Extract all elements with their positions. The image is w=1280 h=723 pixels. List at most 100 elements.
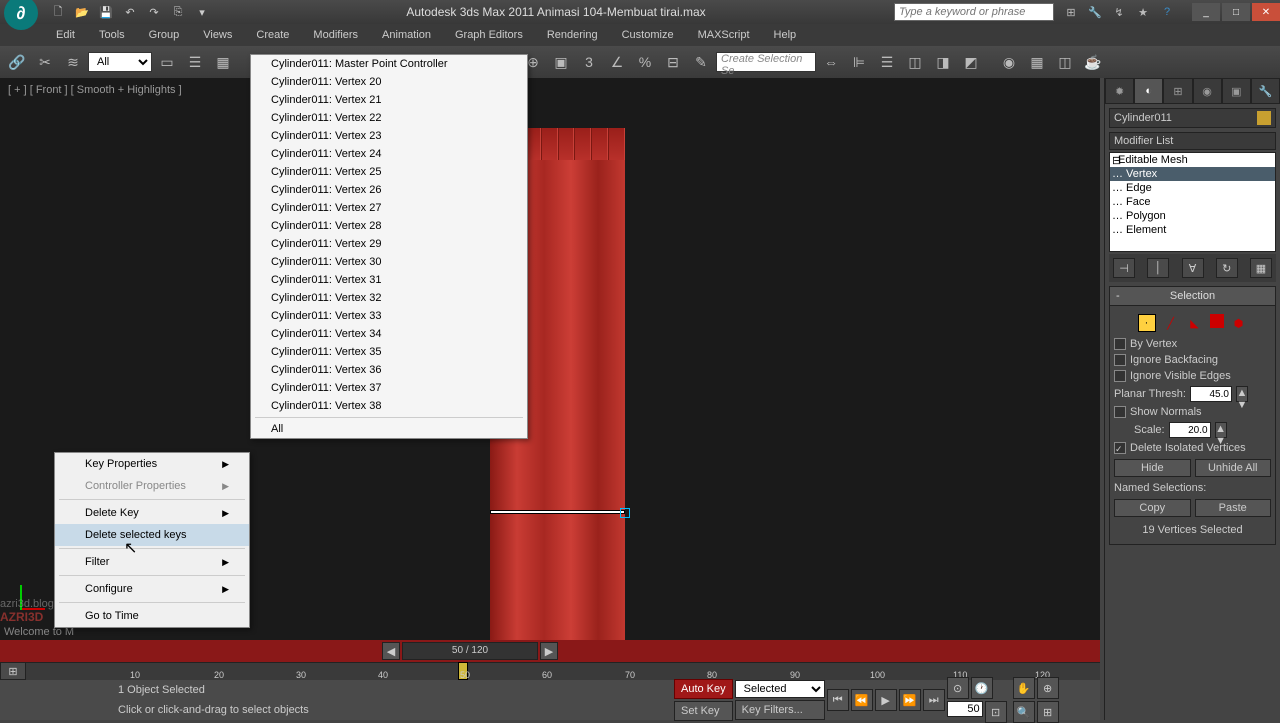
time-ruler[interactable]: ⊞ 10 20 30 40 50 60 70 80 90 100 110 120: [0, 662, 1100, 680]
bind-tool-icon[interactable]: ≋: [60, 49, 86, 75]
track-item[interactable]: Cylinder011: Vertex 37: [251, 379, 527, 397]
modify-tab-icon[interactable]: ◐: [1134, 78, 1163, 104]
display-tab-icon[interactable]: ▣: [1222, 78, 1251, 104]
track-item[interactable]: Cylinder011: Vertex 30: [251, 253, 527, 271]
ctx-filter[interactable]: Filter▶: [55, 551, 249, 573]
link-tool-icon[interactable]: 🔗: [4, 49, 30, 75]
track-item[interactable]: Cylinder011: Vertex 24: [251, 145, 527, 163]
viewport-label[interactable]: [ + ] [ Front ] [ Smooth + Highlights ]: [8, 84, 182, 96]
key-filters-button[interactable]: Key Filters...: [735, 700, 825, 720]
render-setup-icon[interactable]: ◉: [996, 49, 1022, 75]
track-item[interactable]: Cylinder011: Vertex 20: [251, 73, 527, 91]
configure-sets-icon[interactable]: ▦: [1250, 258, 1272, 278]
new-icon[interactable]: 🗋: [50, 4, 66, 20]
time-config-icon[interactable]: 🕐: [971, 677, 993, 699]
make-unique-icon[interactable]: ∀: [1182, 258, 1204, 278]
infocenter-icon[interactable]: ⊞: [1062, 3, 1080, 21]
by-vertex-checkbox[interactable]: [1114, 338, 1126, 350]
hierarchy-tab-icon[interactable]: ⊞: [1163, 78, 1192, 104]
stack-face[interactable]: Face: [1110, 195, 1275, 209]
stack-edge[interactable]: Edge: [1110, 181, 1275, 195]
render-frame-icon[interactable]: ▦: [1024, 49, 1050, 75]
curve-editor-icon[interactable]: ◫: [902, 49, 928, 75]
play-icon[interactable]: ▶: [875, 689, 897, 711]
track-item[interactable]: Cylinder011: Vertex 22: [251, 109, 527, 127]
current-frame-field[interactable]: [947, 701, 983, 717]
menu-tools[interactable]: Tools: [87, 29, 137, 41]
percent-snap-icon[interactable]: %: [632, 49, 658, 75]
render-prod-icon[interactable]: ◫: [1052, 49, 1078, 75]
track-item[interactable]: Cylinder011: Master Point Controller: [251, 55, 527, 73]
named-selection-combo[interactable]: Create Selection Se: [716, 52, 816, 72]
spinner-arrows[interactable]: ▲▼: [1215, 422, 1227, 438]
track-item[interactable]: Cylinder011: Vertex 31: [251, 271, 527, 289]
render-icon[interactable]: ☕: [1080, 49, 1106, 75]
ctx-delete-key[interactable]: Delete Key▶: [55, 502, 249, 524]
angle-snap-icon[interactable]: ∠: [604, 49, 630, 75]
track-item[interactable]: Cylinder011: Vertex 21: [251, 91, 527, 109]
show-normals-checkbox[interactable]: [1114, 406, 1126, 418]
copy-button[interactable]: Copy: [1114, 499, 1191, 517]
create-tab-icon[interactable]: ✹: [1105, 78, 1134, 104]
set-key-button[interactable]: Set Key: [674, 701, 733, 721]
keymode-icon[interactable]: ▣: [548, 49, 574, 75]
track-item-all[interactable]: All: [251, 420, 527, 438]
pan-icon[interactable]: ✋: [1013, 677, 1035, 699]
goto-start-icon[interactable]: ⏮: [827, 689, 849, 711]
link-icon[interactable]: ⎘: [170, 4, 186, 20]
menu-help[interactable]: Help: [762, 29, 809, 41]
menu-animation[interactable]: Animation: [370, 29, 443, 41]
maximize-button[interactable]: □: [1222, 3, 1250, 21]
ctx-delete-selected-keys[interactable]: Delete selected keys: [55, 524, 249, 546]
scale-spinner[interactable]: [1169, 422, 1211, 438]
spinner-arrows[interactable]: ▲▼: [1236, 386, 1248, 402]
menu-modifiers[interactable]: Modifiers: [301, 29, 370, 41]
hide-button[interactable]: Hide: [1114, 459, 1191, 477]
ctx-goto-time[interactable]: Go to Time: [55, 605, 249, 627]
mirror-icon[interactable]: ⇔: [818, 49, 844, 75]
stack-element[interactable]: Element: [1110, 223, 1275, 237]
select-name-icon[interactable]: ☰: [182, 49, 208, 75]
track-item[interactable]: Cylinder011: Vertex 29: [251, 235, 527, 253]
unlink-tool-icon[interactable]: ✂: [32, 49, 58, 75]
time-slider[interactable]: ◀ 50 / 120 ▶: [0, 640, 1100, 662]
keymode-toggle-icon[interactable]: ⊙: [947, 677, 969, 699]
motion-tab-icon[interactable]: ◉: [1193, 78, 1222, 104]
selection-rollout-header[interactable]: Selection: [1109, 286, 1276, 306]
prev-key-icon[interactable]: ◀: [382, 642, 400, 660]
undo-icon[interactable]: ↶: [122, 4, 138, 20]
material-editor-icon[interactable]: ◩: [958, 49, 984, 75]
track-item[interactable]: Cylinder011: Vertex 25: [251, 163, 527, 181]
next-frame-icon[interactable]: ⏩: [899, 689, 921, 711]
stack-editable-mesh[interactable]: Editable Mesh: [1110, 153, 1275, 167]
track-item[interactable]: Cylinder011: Vertex 38: [251, 397, 527, 415]
qat-dropdown-icon[interactable]: ▾: [194, 4, 210, 20]
show-result-icon[interactable]: │: [1147, 258, 1169, 278]
unhide-all-button[interactable]: Unhide All: [1195, 459, 1272, 477]
goto-end-icon[interactable]: ⏭: [923, 689, 945, 711]
help-icon[interactable]: ?: [1158, 3, 1176, 21]
track-item[interactable]: Cylinder011: Vertex 23: [251, 127, 527, 145]
menu-edit[interactable]: Edit: [44, 29, 87, 41]
menu-maxscript[interactable]: MAXScript: [686, 29, 762, 41]
delete-isolated-checkbox[interactable]: [1114, 442, 1126, 454]
track-item[interactable]: Cylinder011: Vertex 27: [251, 199, 527, 217]
ctx-configure[interactable]: Configure▶: [55, 578, 249, 600]
track-item[interactable]: Cylinder011: Vertex 34: [251, 325, 527, 343]
stack-polygon[interactable]: Polygon: [1110, 209, 1275, 223]
ctx-key-properties[interactable]: Key Properties▶: [55, 453, 249, 475]
auto-key-button[interactable]: Auto Key: [674, 679, 733, 699]
track-item[interactable]: Cylinder011: Vertex 32: [251, 289, 527, 307]
subobj-polygon-icon[interactable]: [1210, 314, 1224, 328]
schematic-icon[interactable]: ◨: [930, 49, 956, 75]
save-icon[interactable]: 💾: [98, 4, 114, 20]
menu-customize[interactable]: Customize: [610, 29, 686, 41]
track-item[interactable]: Cylinder011: Vertex 33: [251, 307, 527, 325]
remove-mod-icon[interactable]: ↻: [1216, 258, 1238, 278]
key-icon[interactable]: 🔧: [1086, 3, 1104, 21]
align-icon[interactable]: ⊫: [846, 49, 872, 75]
stack-vertex[interactable]: Vertex: [1110, 167, 1275, 181]
snap-3d-icon[interactable]: 3: [576, 49, 602, 75]
open-icon[interactable]: 📂: [74, 4, 90, 20]
paste-button[interactable]: Paste: [1195, 499, 1272, 517]
